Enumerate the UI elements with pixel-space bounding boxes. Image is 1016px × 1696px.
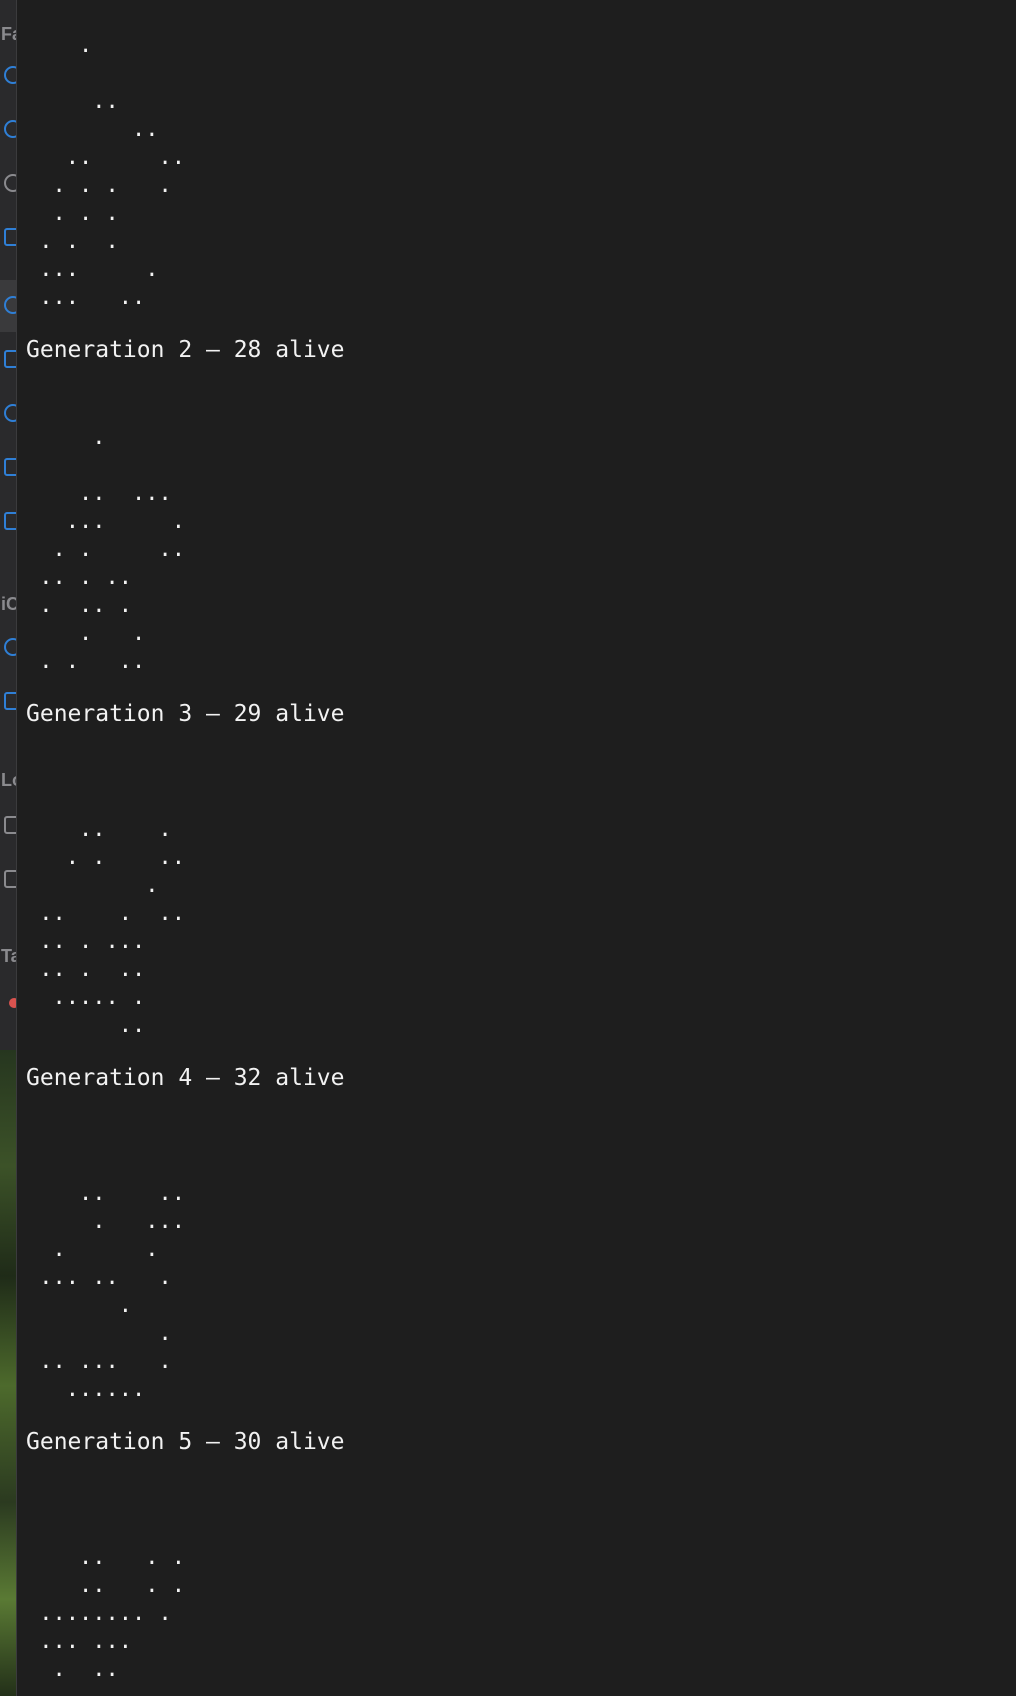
grid-row: . <box>26 1321 172 1346</box>
grid-row: . ... <box>26 1209 185 1234</box>
terminal-output[interactable]: . .. .. .. .. . . . . . . . . . . ... . … <box>17 0 1016 1696</box>
generation-header: Generation 5 — 30 alive <box>26 1429 345 1455</box>
tag-red-icon[interactable] <box>9 998 16 1008</box>
grid-row: . .. <box>26 1657 119 1682</box>
grid-row: . . . . <box>26 173 172 198</box>
grid-row: . . .. <box>26 845 185 870</box>
grid-row: ........ . <box>26 1601 172 1626</box>
grid-row: ... . <box>26 257 159 282</box>
grid-row: .. . .. <box>26 957 146 982</box>
grid-row: .. . ... <box>26 929 146 954</box>
grid-row: .. ... . <box>26 1349 172 1374</box>
drive-icon[interactable] <box>4 870 16 888</box>
app-icon[interactable] <box>4 174 16 192</box>
grid-row: . <box>26 873 159 898</box>
document-icon[interactable] <box>4 228 16 246</box>
grid-row: . <box>26 425 106 450</box>
grid-row: ..... . <box>26 985 146 1010</box>
grid-row: . . .. <box>26 649 146 674</box>
sidebar-section-favorites: Fa <box>1 24 16 44</box>
clock-icon[interactable] <box>4 120 16 138</box>
app-window: Fa iC Lo Ta . .. .. .. .. . . . . . . <box>0 0 1016 1696</box>
document-icon[interactable] <box>4 350 16 368</box>
laptop-icon[interactable] <box>4 816 16 834</box>
grid-row: ... .. . <box>26 1265 172 1290</box>
grid-row: ... ... <box>26 1629 132 1654</box>
grid-row: .. . .. <box>26 565 132 590</box>
target-icon[interactable] <box>4 66 16 84</box>
grid-row: .. . . <box>26 1573 185 1598</box>
grid-row: . .. . <box>26 593 132 618</box>
finder-sidebar-edge: Fa iC Lo Ta <box>0 0 17 1050</box>
home-icon[interactable] <box>4 512 16 530</box>
download-icon[interactable] <box>4 296 16 314</box>
grid-row: .. ... <box>26 481 172 506</box>
folder-icon[interactable] <box>4 692 16 710</box>
grid-row: .. <box>26 89 119 114</box>
grid-row: .. .. <box>26 1181 185 1206</box>
grid-row: .. .. <box>26 145 185 170</box>
cloud-icon[interactable] <box>4 638 16 656</box>
grid-row: . . <box>26 621 146 646</box>
sidebar-section-tags: Ta <box>1 946 16 966</box>
grid-row: .. . . <box>26 1545 185 1570</box>
photo-icon[interactable] <box>4 458 16 476</box>
grid-row: . . .. <box>26 537 185 562</box>
grid-row: . . . <box>26 229 119 254</box>
generation-header: Generation 2 — 28 alive <box>26 337 345 363</box>
grid-row: . <box>26 33 93 58</box>
grid-row: .. . <box>26 817 172 842</box>
grid-row: .. <box>26 117 159 142</box>
sidebar-section-icloud: iC <box>1 594 16 614</box>
desktop-wallpaper-edge <box>0 1050 17 1696</box>
sidebar-section-locations: Lo <box>1 770 16 790</box>
music-icon[interactable] <box>4 404 16 422</box>
grid-row: ... .. <box>26 285 146 310</box>
grid-row: . . . <box>26 201 119 226</box>
generation-header: Generation 3 — 29 alive <box>26 701 345 727</box>
grid-row: .. . .. <box>26 901 185 926</box>
generation-header: Generation 4 — 32 alive <box>26 1065 345 1091</box>
grid-row: . . <box>26 1237 159 1262</box>
grid-row: ... . <box>26 509 185 534</box>
grid-row: . <box>26 1293 132 1318</box>
grid-row: ...... <box>26 1377 146 1402</box>
grid-row: .. <box>26 1013 146 1038</box>
